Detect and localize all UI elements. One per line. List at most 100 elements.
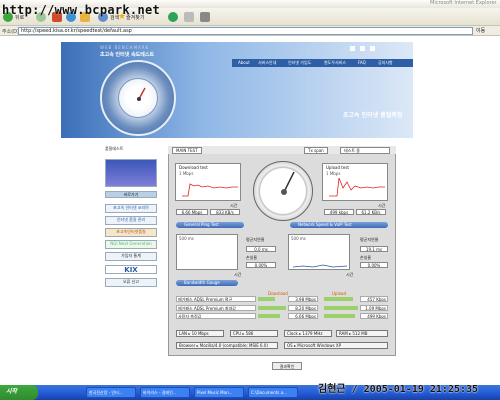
- sidebar-heading: 품질테스트: [105, 146, 124, 151]
- upload-bar: [324, 306, 358, 310]
- upload-kbs: 61.2 KB/s: [356, 209, 386, 215]
- nav-service[interactable]: 서비스안내: [258, 60, 276, 66]
- window-title: Microsoft Internet Explorer: [430, 0, 497, 6]
- results-download-header: Download: [268, 291, 288, 296]
- ping-left-avg-label: 평균지연율: [246, 237, 265, 242]
- speed-gauge: [253, 161, 313, 221]
- sidebar-item-shortcut[interactable]: 바로가기: [105, 191, 157, 198]
- result-name: 사용자 측정값: [176, 313, 256, 319]
- download-mbps: 6.66 Mbps: [176, 209, 208, 215]
- ping-right-avg: 19.1 ms: [360, 246, 388, 252]
- brand-kr: 초고속 인터넷 속도테스트: [100, 52, 155, 58]
- sidebar-item-kix[interactable]: KIX: [105, 265, 157, 274]
- sidebar-item-ngi[interactable]: NGI Next Generation: [105, 240, 157, 249]
- sidebar-item-speed[interactable]: 초고속인터넷품질: [105, 228, 157, 237]
- gauge-needle-icon: [281, 171, 295, 195]
- sidebar-item-quality[interactable]: 인터넷 품질 관리: [105, 216, 157, 225]
- sysinfo-clock: Clock ▸ 1379 MHz: [284, 330, 332, 337]
- window-controls: [350, 46, 410, 54]
- taskbar-item[interactable]: C:\Documents a...: [248, 387, 298, 398]
- address-input[interactable]: http://speed.kisa.or.kr/speedtest/defaul…: [18, 27, 473, 35]
- result-name: 메가패스 ADSL Premium 평균: [176, 296, 256, 302]
- sysinfo-browser: Browser ▸ Mozilla/4.0 (compatible; MSIE …: [176, 342, 278, 349]
- confirm-results-button[interactable]: 결과확인: [272, 362, 302, 370]
- upload-kbps: 499 kbps: [324, 209, 354, 215]
- results-upload-header: Upload: [332, 291, 347, 296]
- start-button[interactable]: 시작: [0, 385, 38, 400]
- upload-bar: [324, 297, 353, 301]
- ping-right-line: [293, 264, 347, 268]
- download-bar: [258, 297, 275, 301]
- print-button[interactable]: [200, 11, 212, 23]
- sidebar-banner-image[interactable]: [105, 159, 157, 187]
- download-graph-line: [182, 183, 238, 197]
- taskbar-item[interactable]: 한국전산망 - 인터...: [86, 387, 136, 398]
- ping-left-scale: 500 ms: [179, 236, 194, 241]
- brand-en: WEB BENCHMARK: [100, 45, 150, 50]
- upload-graph: Upload test 1 Mbps: [322, 163, 388, 201]
- mail-icon: [184, 12, 194, 22]
- result-upload: 1.09 Mbps: [360, 305, 388, 311]
- sidebar-item-report[interactable]: 오류 신고: [105, 278, 157, 287]
- ping-right-time-label: 시간: [346, 272, 354, 277]
- dial-needle-icon: [137, 87, 146, 101]
- sysinfo-lan: LAN ▸ 10 Mbps: [176, 330, 224, 337]
- sidebar-item-stats[interactable]: 가입자 통계: [105, 252, 157, 261]
- address-bar: 주소(D) http://speed.kisa.or.kr/speedtest/…: [0, 26, 500, 36]
- go-button[interactable]: 이동: [476, 27, 498, 35]
- address-label: 주소(D): [2, 29, 19, 35]
- nav-windows[interactable]: 윈도우서비스: [324, 60, 346, 66]
- sysinfo-cpu: CPU ▸ 586: [230, 330, 278, 337]
- result-download: 8.20 Mbps: [288, 305, 318, 311]
- nav-faq[interactable]: FAQ: [358, 60, 366, 65]
- ping-right-avg-label: 평균지연율: [360, 237, 379, 242]
- page-minimize-icon[interactable]: [350, 46, 355, 51]
- ping-right-scale: 500 ms: [291, 236, 306, 241]
- ping-right-loss-label: 손실율: [360, 255, 372, 260]
- tab-tx-span[interactable]: Tx span: [304, 147, 328, 154]
- nav-about[interactable]: About: [238, 60, 250, 65]
- result-download: 3.98 Mbps: [288, 296, 318, 302]
- upload-label: Upload test: [326, 165, 349, 170]
- ping-left-avg: 0.0 ms: [246, 246, 276, 252]
- taskbar-item[interactable]: 바이러스 - 걸레인...: [140, 387, 190, 398]
- sidebar: 품질테스트 바로가기 초고속 인터넷 코리아 인터넷 품질 관리 초고속인터넷품…: [105, 146, 157, 326]
- result-download: 6.66 Mbps: [288, 313, 318, 319]
- network-voip-test-button[interactable]: Network Speed & VoIP Test: [290, 222, 388, 228]
- history-button[interactable]: [168, 11, 180, 23]
- download-label: Download test: [179, 165, 208, 170]
- ping-right-loss: 0.00%: [360, 262, 388, 268]
- ping-left-time-label: 시간: [234, 272, 242, 277]
- nav-notice[interactable]: 공지사항: [378, 60, 393, 66]
- watermark-url: http://www.bcpark.net: [2, 3, 161, 17]
- result-upload: 457 Kbps: [360, 296, 388, 302]
- banner-title: 초고속 인터넷 품질측정: [343, 112, 403, 119]
- sysinfo-os: OS ▸ Microsoft Windows XP: [284, 342, 388, 349]
- result-name: 메가패스 ADSL Premium 최대값: [176, 305, 256, 311]
- upload-graph-line: [329, 177, 385, 197]
- download-bar: [258, 314, 281, 318]
- ping-left-loss: 0.00%: [246, 262, 276, 268]
- page-maximize-icon[interactable]: [360, 46, 365, 51]
- banner-nav: About 서비스안내 인터넷 가입도 윈도우서비스 FAQ 공지사항: [232, 59, 413, 67]
- sidebar-item-korea[interactable]: 초고속 인터넷 코리아: [105, 204, 157, 213]
- result-upload: 499 Kbps: [360, 313, 388, 319]
- page-close-icon[interactable]: [370, 46, 375, 51]
- banner-dial-center: [118, 78, 158, 118]
- mail-button[interactable]: [184, 11, 196, 23]
- ping-graph-left: 500 ms: [176, 234, 238, 270]
- general-ping-test-button[interactable]: General Ping Test: [176, 222, 244, 228]
- taskbar-item[interactable]: Pixel Music Man...: [194, 387, 244, 398]
- tab-main-test[interactable]: MAIN TEST: [172, 147, 202, 154]
- upload-bar: [324, 314, 355, 318]
- nav-subscribe[interactable]: 인터넷 가입도: [288, 60, 311, 66]
- ping-graph-right: 500 ms: [288, 234, 350, 270]
- bandwidth-gauge-button[interactable]: Bandwidth Gauge: [176, 280, 238, 286]
- download-graph: Download test 1 Mbps: [175, 163, 241, 201]
- test-tabbar: MAIN TEST Tx span 테스트 중: [168, 146, 396, 154]
- print-icon: [200, 12, 210, 22]
- test-mode-select[interactable]: 테스트 중: [340, 147, 390, 154]
- sysinfo-ram: RAM ▸ 512 MB: [336, 330, 388, 337]
- history-icon: [168, 12, 178, 22]
- author-timestamp-stamp: 김현근 / 2005-01-19 21:25:35: [318, 384, 479, 395]
